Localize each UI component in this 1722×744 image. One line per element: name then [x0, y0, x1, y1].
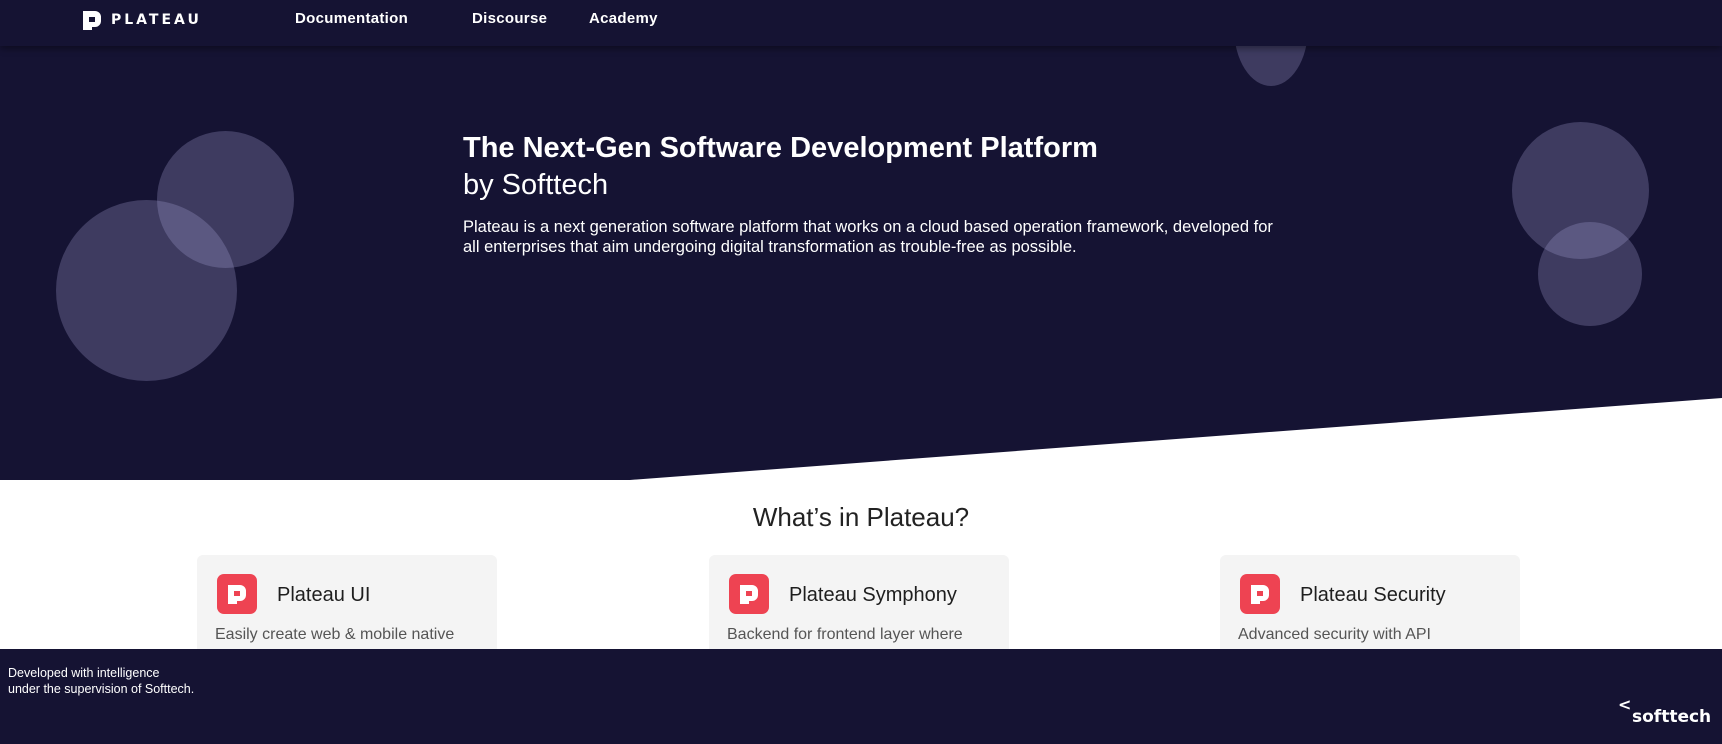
decorative-bubble	[56, 200, 237, 381]
softtech-logo-text: softtech	[1632, 707, 1712, 727]
hero-section: The Next-Gen Software Development Platfo…	[0, 0, 1722, 480]
feature-card-title: Plateau Security	[1300, 584, 1446, 606]
features-title: What’s in Plateau?	[752, 502, 970, 532]
feature-card-description: Advanced security with API	[1238, 626, 1431, 643]
nav-link-academy[interactable]: Academy	[589, 10, 658, 27]
footer: Developed with intelligence under the su…	[0, 649, 1722, 744]
feature-card-description: Easily create web & mobile native	[215, 626, 455, 643]
decorative-bubble	[1538, 222, 1642, 326]
plateau-card-icon	[729, 574, 769, 614]
feature-card-title: Plateau UI	[277, 584, 371, 606]
feature-card-title: Plateau Symphony	[789, 584, 957, 606]
hero-description: Plateau is a next generation software pl…	[463, 218, 1273, 256]
hero-title: The Next-Gen Software Development Platfo…	[463, 132, 1098, 164]
nav-link-documentation[interactable]: Documentation	[295, 10, 408, 27]
feature-card-description: Backend for frontend layer where	[727, 626, 963, 643]
hero-subtitle: by Softtech	[463, 169, 609, 201]
softtech-logo-symbol: <	[1618, 695, 1632, 714]
hero-diagonal-divider	[630, 398, 1722, 480]
plateau-logo[interactable]: PLATEAU	[81, 9, 202, 31]
plateau-logo-icon	[83, 11, 101, 30]
plateau-card-icon	[1240, 574, 1280, 614]
brand-name: PLATEAU	[111, 12, 202, 28]
footer-text-line-2: under the supervision of Softtech.	[8, 682, 195, 696]
nav-link-discourse[interactable]: Discourse	[472, 10, 547, 27]
plateau-card-icon	[217, 574, 257, 614]
footer-text-line-1: Developed with intelligence	[8, 666, 160, 680]
top-navigation: PLATEAU Documentation Discourse Academy	[0, 0, 1722, 46]
page: The Next-Gen Software Development Platfo…	[0, 0, 1722, 744]
